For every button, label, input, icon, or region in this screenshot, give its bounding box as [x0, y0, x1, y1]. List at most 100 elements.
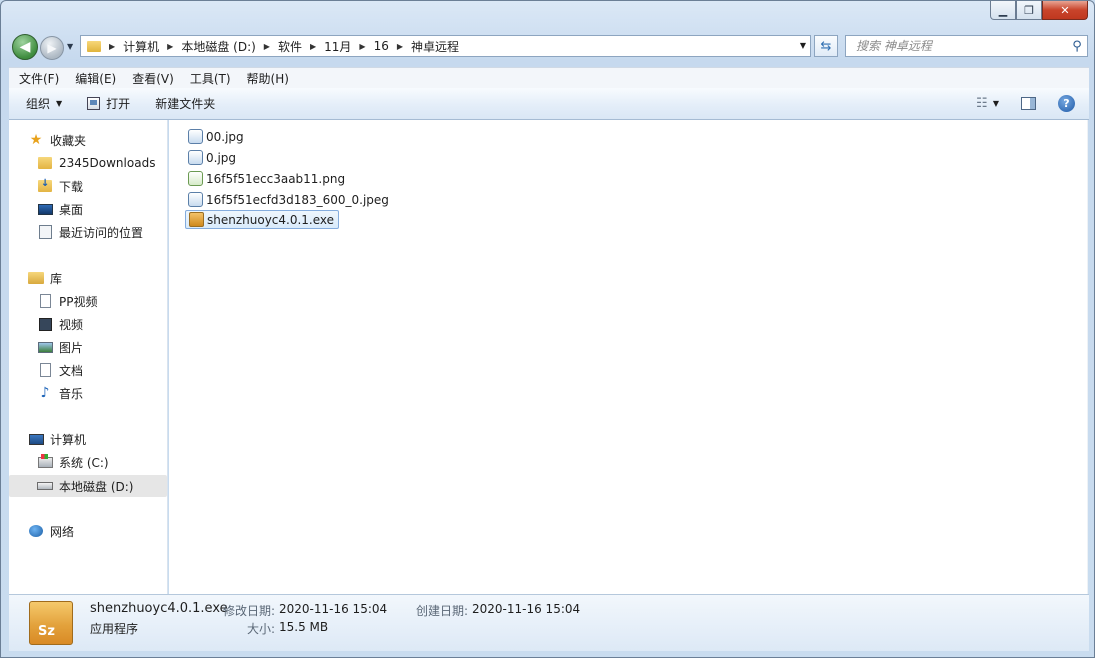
details-size-value: 15.5 MB [279, 620, 329, 634]
exe-icon [189, 212, 204, 227]
back-button[interactable]: ◀ [12, 34, 38, 60]
recent-pages-dropdown[interactable]: ▼ [67, 42, 73, 51]
downloads-icon [37, 178, 53, 193]
nav-item-drive-d[interactable]: 本地磁盘 (D:) [9, 475, 167, 497]
chevron-right-icon[interactable]: ▶ [359, 42, 365, 51]
nav-item-label: 音乐 [59, 386, 84, 401]
maximize-button[interactable]: ❐ [1016, 1, 1042, 20]
minimize-button[interactable]: ▁ [990, 1, 1016, 20]
picture-icon-shape [37, 341, 53, 353]
jpg-icon [188, 129, 203, 144]
png-icon [188, 171, 203, 186]
open-icon [87, 97, 101, 110]
menu-view[interactable]: 查看(V) [127, 70, 179, 87]
details-modified-value: 2020-11-16 15:04 [279, 602, 388, 616]
search-input[interactable] [854, 38, 1067, 54]
system-drive-icon-shape [37, 453, 53, 468]
menu-file[interactable]: 文件(F) [14, 70, 64, 87]
change-view-icon[interactable]: ☷ [971, 96, 993, 111]
recent-places-icon [37, 225, 53, 239]
open-label: 打开 [106, 97, 131, 111]
nav-item-label: 2345Downloads [59, 156, 156, 170]
nav-item-label: 系统 (C:) [59, 455, 109, 470]
address-dropdown-icon[interactable]: ▼ [800, 41, 806, 50]
jpg-icon [188, 150, 203, 165]
search-box[interactable]: ⚲ [845, 35, 1088, 57]
chevron-right-icon[interactable]: ▶ [397, 42, 403, 51]
nav-item-label: 下载 [59, 179, 84, 194]
menu-edit[interactable]: 编辑(E) [70, 70, 121, 87]
menu-help[interactable]: 帮助(H) [242, 70, 294, 87]
file-name: 16f5f51ecc3aab11.png [206, 171, 346, 186]
document-icon-shape [39, 363, 51, 377]
pane-edge [1087, 120, 1088, 594]
chevron-right-icon[interactable]: ▶ [264, 42, 270, 51]
new-folder-label: 新建文件夹 [155, 97, 216, 111]
address-bar[interactable]: ▶ 计算机 ▶ 本地磁盘 (D:) ▶ 软件 ▶ 11月 ▶ 16 ▶ 神卓远程… [80, 35, 811, 57]
breadcrumb-computer[interactable]: 计算机 [123, 38, 159, 55]
file-item-00-jpg[interactable]: 00.jpg [185, 127, 248, 146]
search-icon[interactable]: ⚲ [1067, 39, 1087, 54]
chevron-right-icon[interactable]: ▶ [310, 42, 316, 51]
forward-button[interactable]: ▶ [40, 36, 64, 60]
hard-drive-icon [37, 479, 53, 493]
chevron-right-icon[interactable]: ▶ [167, 42, 173, 51]
explorer-window: ▁ ❐ ✕ ◀ ▶ ▼ ▶ 计算机 ▶ 本地磁盘 (D:) ▶ 软件 ▶ 11月… [0, 0, 1095, 658]
nav-favorites-label: 收藏夹 [50, 133, 87, 148]
nav-network[interactable]: 网络 [28, 520, 186, 542]
nav-item-label: 桌面 [59, 202, 84, 217]
nav-favorites[interactable]: ★ 收藏夹 [28, 129, 186, 151]
breadcrumb-current-folder[interactable]: 神卓远程 [411, 38, 459, 55]
document-icon-shape [39, 294, 51, 308]
chevron-right-icon[interactable]: ▶ [109, 42, 115, 51]
nav-item-label: PP视频 [59, 294, 98, 309]
breadcrumb-drive-d[interactable]: 本地磁盘 (D:) [181, 38, 255, 55]
toolbar-right: ☷ ▼ ? [971, 88, 1089, 119]
picture-icon [37, 340, 53, 354]
menu-tools[interactable]: 工具(T) [185, 70, 236, 87]
file-list: 00.jpg 0.jpg 16f5f51ecc3aab11.png 16f5f5… [169, 120, 1088, 594]
details-size-label: 大小: [247, 622, 276, 636]
file-item-exe[interactable]: shenzhuoyc4.0.1.exe [185, 210, 340, 229]
arrow-left-icon: ◀ [19, 39, 31, 55]
file-name: shenzhuoyc4.0.1.exe [207, 212, 335, 227]
help-icon[interactable]: ? [1058, 95, 1075, 112]
preview-pane-icon[interactable] [1021, 97, 1036, 110]
open-button[interactable]: 打开 [79, 92, 138, 116]
nav-libraries[interactable]: 库 [28, 267, 186, 289]
nav-item-label: 视频 [59, 317, 84, 332]
network-icon-shape [29, 525, 43, 537]
document-icon [37, 363, 53, 377]
details-pane: Sz shenzhuoyc4.0.1.exe 应用程序 修改日期: 2020-1… [9, 594, 1089, 651]
file-item-0-jpg[interactable]: 0.jpg [185, 148, 240, 167]
details-filename: shenzhuoyc4.0.1.exe [90, 601, 228, 616]
folder-icon [87, 40, 101, 52]
details-modified-label: 修改日期: [223, 604, 276, 618]
file-name: 0.jpg [206, 150, 237, 165]
organize-button[interactable]: 组织 ▼ [18, 92, 70, 116]
close-button[interactable]: ✕ [1042, 1, 1088, 20]
breadcrumb-16[interactable]: 16 [374, 39, 389, 53]
details-created-label: 创建日期: [416, 604, 469, 618]
breadcrumb-november[interactable]: 11月 [324, 38, 351, 55]
video-icon [37, 317, 53, 331]
file-item-jpeg[interactable]: 16f5f51ecfd3d183_600_0.jpeg [185, 190, 393, 209]
new-folder-button[interactable]: 新建文件夹 [147, 92, 223, 116]
details-created-value: 2020-11-16 15:04 [472, 602, 581, 616]
star-icon: ★ [29, 132, 43, 148]
nav-computer[interactable]: 计算机 [28, 428, 186, 450]
nav-item-label: 图片 [59, 340, 84, 355]
video-icon-shape [38, 317, 52, 331]
file-item-png[interactable]: 16f5f51ecc3aab11.png [185, 169, 349, 188]
caption-buttons: ▁ ❐ ✕ [990, 1, 1088, 20]
jpg-icon [188, 192, 203, 207]
computer-icon-shape [28, 433, 44, 445]
file-name: 00.jpg [206, 129, 244, 144]
breadcrumb-software[interactable]: 软件 [278, 38, 302, 55]
library-icon-shape [28, 272, 44, 284]
nav-computer-label: 计算机 [50, 432, 87, 447]
document-icon [37, 294, 53, 308]
refresh-button[interactable]: ⇆ [814, 35, 838, 57]
app-thumbnail-icon: Sz [29, 601, 73, 645]
view-options-dropdown[interactable]: ▼ [993, 99, 999, 108]
